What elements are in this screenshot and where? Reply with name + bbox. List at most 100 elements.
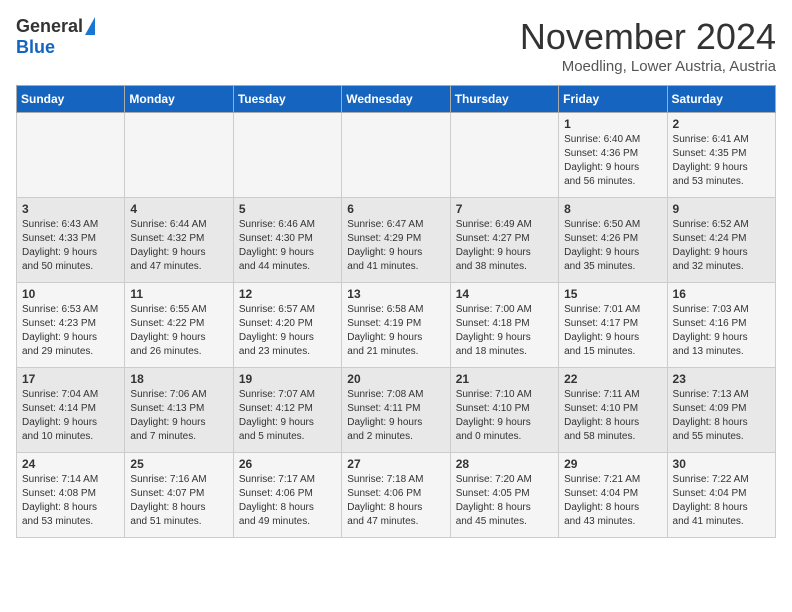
day-number: 20 xyxy=(347,372,444,386)
calendar-cell: 8 Sunrise: 6:50 AM Sunset: 4:26 PM Daylig… xyxy=(559,198,667,283)
day-info: Sunrise: 7:04 AM Sunset: 4:14 PM Dayligh… xyxy=(22,389,98,442)
calendar-cell xyxy=(450,113,558,198)
day-header-thursday: Thursday xyxy=(450,86,558,113)
day-number: 19 xyxy=(239,372,336,386)
day-number: 24 xyxy=(22,457,119,471)
day-info: Sunrise: 6:55 AM Sunset: 4:22 PM Dayligh… xyxy=(130,304,206,357)
calendar-cell: 11 Sunrise: 6:55 AM Sunset: 4:22 PM Dayli… xyxy=(125,283,233,368)
calendar-cell: 18 Sunrise: 7:06 AM Sunset: 4:13 PM Dayli… xyxy=(125,368,233,453)
calendar-cell: 27 Sunrise: 7:18 AM Sunset: 4:06 PM Dayli… xyxy=(342,453,450,538)
calendar-cell xyxy=(125,113,233,198)
day-info: Sunrise: 7:06 AM Sunset: 4:13 PM Dayligh… xyxy=(130,389,206,442)
month-title: November 2024 xyxy=(520,16,776,58)
calendar-week-row: 24 Sunrise: 7:14 AM Sunset: 4:08 PM Dayli… xyxy=(17,453,776,538)
day-header-friday: Friday xyxy=(559,86,667,113)
day-number: 4 xyxy=(130,202,227,216)
day-number: 22 xyxy=(564,372,661,386)
logo-blue-text: Blue xyxy=(16,37,55,58)
day-number: 12 xyxy=(239,287,336,301)
calendar-cell: 5 Sunrise: 6:46 AM Sunset: 4:30 PM Daylig… xyxy=(233,198,341,283)
day-number: 1 xyxy=(564,117,661,131)
day-number: 30 xyxy=(673,457,770,471)
calendar-cell: 14 Sunrise: 7:00 AM Sunset: 4:18 PM Dayli… xyxy=(450,283,558,368)
day-number: 8 xyxy=(564,202,661,216)
day-info: Sunrise: 7:22 AM Sunset: 4:04 PM Dayligh… xyxy=(673,474,749,527)
calendar-table: SundayMondayTuesdayWednesdayThursdayFrid… xyxy=(16,85,776,538)
day-header-wednesday: Wednesday xyxy=(342,86,450,113)
day-number: 10 xyxy=(22,287,119,301)
day-info: Sunrise: 6:41 AM Sunset: 4:35 PM Dayligh… xyxy=(673,134,749,187)
calendar-cell: 17 Sunrise: 7:04 AM Sunset: 4:14 PM Dayli… xyxy=(17,368,125,453)
day-header-saturday: Saturday xyxy=(667,86,775,113)
day-info: Sunrise: 7:01 AM Sunset: 4:17 PM Dayligh… xyxy=(564,304,640,357)
calendar-cell: 21 Sunrise: 7:10 AM Sunset: 4:10 PM Dayli… xyxy=(450,368,558,453)
calendar-week-row: 1 Sunrise: 6:40 AM Sunset: 4:36 PM Daylig… xyxy=(17,113,776,198)
day-info: Sunrise: 6:53 AM Sunset: 4:23 PM Dayligh… xyxy=(22,304,98,357)
calendar-cell: 28 Sunrise: 7:20 AM Sunset: 4:05 PM Dayli… xyxy=(450,453,558,538)
calendar-cell: 7 Sunrise: 6:49 AM Sunset: 4:27 PM Daylig… xyxy=(450,198,558,283)
day-info: Sunrise: 7:08 AM Sunset: 4:11 PM Dayligh… xyxy=(347,389,423,442)
day-info: Sunrise: 7:13 AM Sunset: 4:09 PM Dayligh… xyxy=(673,389,749,442)
day-number: 28 xyxy=(456,457,553,471)
location-subtitle: Moedling, Lower Austria, Austria xyxy=(520,58,776,75)
day-info: Sunrise: 7:03 AM Sunset: 4:16 PM Dayligh… xyxy=(673,304,749,357)
logo-general-text: General xyxy=(16,16,83,37)
calendar-week-row: 3 Sunrise: 6:43 AM Sunset: 4:33 PM Daylig… xyxy=(17,198,776,283)
day-number: 5 xyxy=(239,202,336,216)
logo-triangle-icon xyxy=(85,17,95,35)
day-number: 11 xyxy=(130,287,227,301)
calendar-cell: 1 Sunrise: 6:40 AM Sunset: 4:36 PM Daylig… xyxy=(559,113,667,198)
page-header: General Blue November 2024 Moedling, Low… xyxy=(16,16,776,75)
day-number: 21 xyxy=(456,372,553,386)
day-info: Sunrise: 7:11 AM Sunset: 4:10 PM Dayligh… xyxy=(564,389,639,442)
calendar-cell: 9Sunrise: 6:52 AM Sunset: 4:24 PM Daylig… xyxy=(667,198,775,283)
day-info: Sunrise: 7:10 AM Sunset: 4:10 PM Dayligh… xyxy=(456,389,532,442)
calendar-cell: 30 Sunrise: 7:22 AM Sunset: 4:04 PM Dayli… xyxy=(667,453,775,538)
day-number: 17 xyxy=(22,372,119,386)
calendar-cell: 20 Sunrise: 7:08 AM Sunset: 4:11 PM Dayli… xyxy=(342,368,450,453)
day-number: 18 xyxy=(130,372,227,386)
day-number: 23 xyxy=(673,372,770,386)
day-info: Sunrise: 6:40 AM Sunset: 4:36 PM Dayligh… xyxy=(564,134,640,187)
day-number: 6 xyxy=(347,202,444,216)
day-number: 13 xyxy=(347,287,444,301)
day-info: Sunrise: 6:49 AM Sunset: 4:27 PM Dayligh… xyxy=(456,219,532,272)
calendar-cell xyxy=(17,113,125,198)
calendar-header-row: SundayMondayTuesdayWednesdayThursdayFrid… xyxy=(17,86,776,113)
day-info: Sunrise: 7:20 AM Sunset: 4:05 PM Dayligh… xyxy=(456,474,532,527)
day-info: Sunrise: 7:07 AM Sunset: 4:12 PM Dayligh… xyxy=(239,389,315,442)
day-number: 25 xyxy=(130,457,227,471)
day-header-sunday: Sunday xyxy=(17,86,125,113)
calendar-cell: 6Sunrise: 6:47 AM Sunset: 4:29 PM Daylig… xyxy=(342,198,450,283)
day-info: Sunrise: 6:46 AM Sunset: 4:30 PM Dayligh… xyxy=(239,219,315,272)
calendar-cell: 23 Sunrise: 7:13 AM Sunset: 4:09 PM Dayli… xyxy=(667,368,775,453)
day-info: Sunrise: 7:17 AM Sunset: 4:06 PM Dayligh… xyxy=(239,474,315,527)
logo: General Blue xyxy=(16,16,95,58)
day-number: 16 xyxy=(673,287,770,301)
calendar-cell: 16 Sunrise: 7:03 AM Sunset: 4:16 PM Dayli… xyxy=(667,283,775,368)
calendar-cell xyxy=(233,113,341,198)
calendar-cell: 4 Sunrise: 6:44 AM Sunset: 4:32 PM Daylig… xyxy=(125,198,233,283)
day-info: Sunrise: 7:14 AM Sunset: 4:08 PM Dayligh… xyxy=(22,474,98,527)
calendar-cell xyxy=(342,113,450,198)
day-number: 3 xyxy=(22,202,119,216)
day-info: Sunrise: 7:16 AM Sunset: 4:07 PM Dayligh… xyxy=(130,474,206,527)
day-number: 15 xyxy=(564,287,661,301)
day-info: Sunrise: 7:18 AM Sunset: 4:06 PM Dayligh… xyxy=(347,474,423,527)
day-info: Sunrise: 6:58 AM Sunset: 4:19 PM Dayligh… xyxy=(347,304,423,357)
calendar-cell: 12Sunrise: 6:57 AM Sunset: 4:20 PM Dayli… xyxy=(233,283,341,368)
calendar-cell: 10 Sunrise: 6:53 AM Sunset: 4:23 PM Dayli… xyxy=(17,283,125,368)
day-info: Sunrise: 6:50 AM Sunset: 4:26 PM Dayligh… xyxy=(564,219,640,272)
day-info: Sunrise: 6:43 AM Sunset: 4:33 PM Dayligh… xyxy=(22,219,98,272)
day-number: 26 xyxy=(239,457,336,471)
day-info: Sunrise: 6:44 AM Sunset: 4:32 PM Dayligh… xyxy=(130,219,206,272)
calendar-cell: 25 Sunrise: 7:16 AM Sunset: 4:07 PM Dayli… xyxy=(125,453,233,538)
calendar-cell: 15 Sunrise: 7:01 AM Sunset: 4:17 PM Dayli… xyxy=(559,283,667,368)
calendar-cell: 29Sunrise: 7:21 AM Sunset: 4:04 PM Dayli… xyxy=(559,453,667,538)
calendar-week-row: 10 Sunrise: 6:53 AM Sunset: 4:23 PM Dayli… xyxy=(17,283,776,368)
calendar-cell: 26 Sunrise: 7:17 AM Sunset: 4:06 PM Dayli… xyxy=(233,453,341,538)
day-info: Sunrise: 7:00 AM Sunset: 4:18 PM Dayligh… xyxy=(456,304,532,357)
day-number: 7 xyxy=(456,202,553,216)
day-number: 27 xyxy=(347,457,444,471)
day-number: 14 xyxy=(456,287,553,301)
